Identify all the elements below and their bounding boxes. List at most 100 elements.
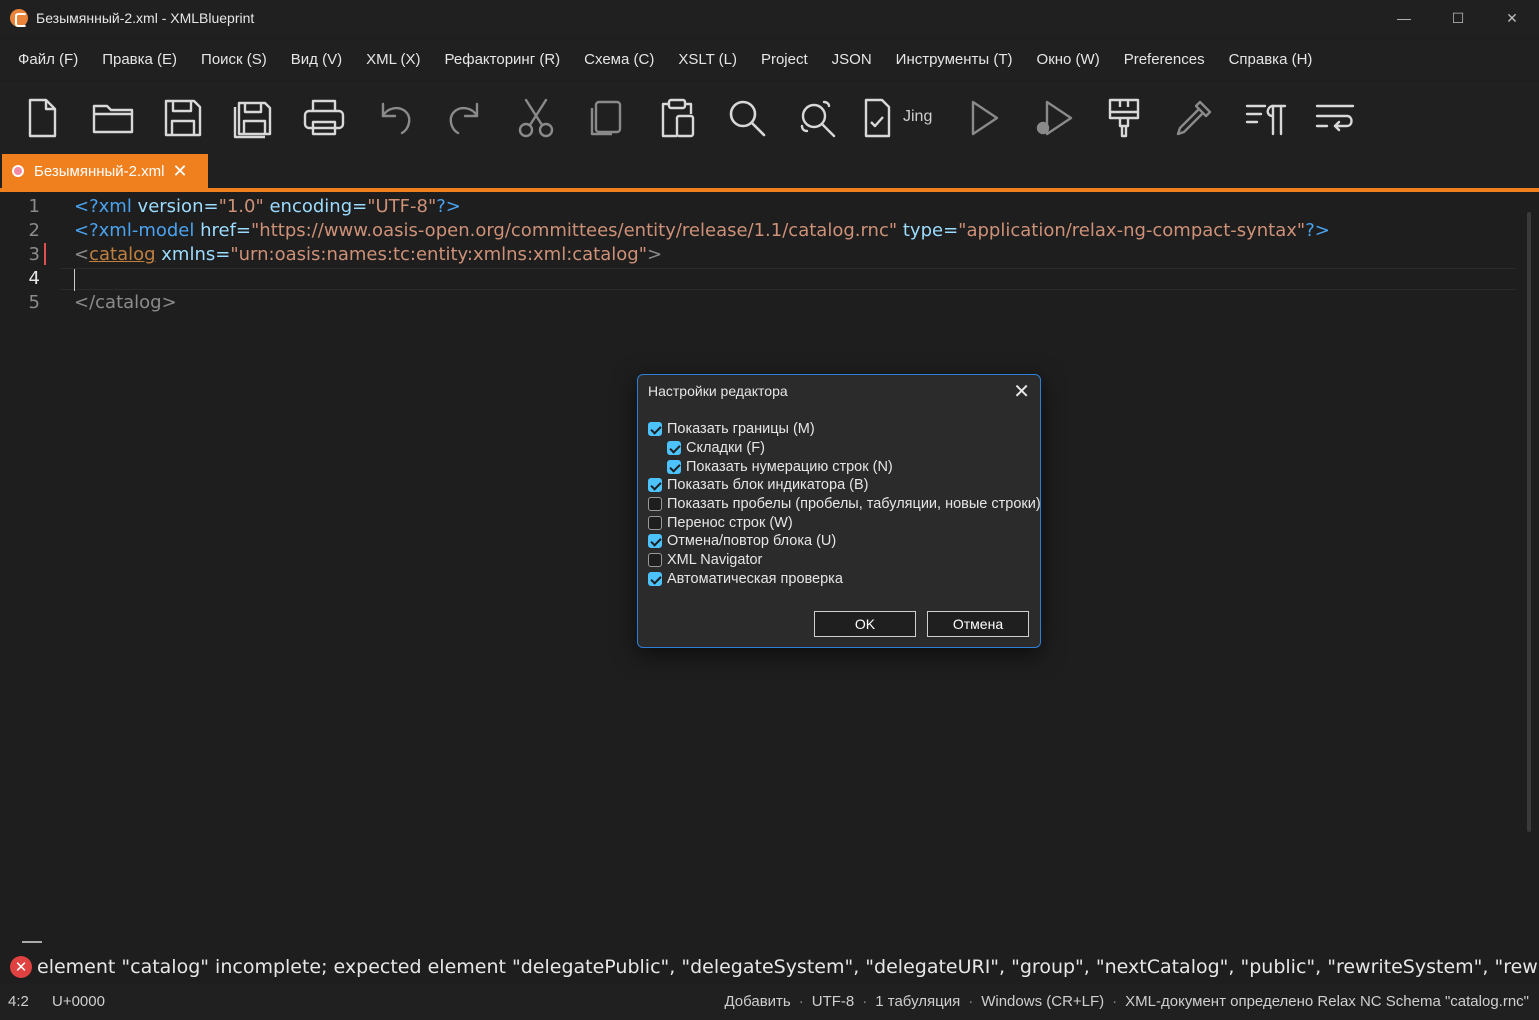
tab-close-icon[interactable]: ✕ — [173, 161, 188, 182]
menu-file[interactable]: Файл (F) — [6, 40, 90, 80]
cut-button[interactable] — [506, 88, 566, 148]
tab-document[interactable]: Безымянный-2.xml ✕ — [2, 154, 208, 188]
dialog-close-icon[interactable]: ✕ — [1013, 379, 1030, 404]
format-button[interactable] — [1094, 88, 1154, 148]
maximize-button[interactable]: ☐ — [1431, 0, 1485, 36]
cancel-button[interactable]: Отмена — [927, 611, 1029, 637]
error-message[interactable]: element "catalog" incomplete; expected e… — [37, 956, 1539, 978]
checkbox[interactable] — [648, 516, 662, 530]
code-line-2: <?xml-model href="https://www.oasis-open… — [74, 219, 1330, 243]
line-number: 4 — [28, 268, 40, 289]
option-xml-navigator[interactable]: XML Navigator — [648, 551, 762, 569]
line-endings[interactable]: Windows (CR+LF) — [981, 993, 1104, 1010]
find-button[interactable] — [717, 88, 777, 148]
copy-button[interactable] — [576, 88, 636, 148]
option-label: XML Navigator — [667, 552, 763, 568]
app-logo-icon — [10, 9, 28, 27]
attribute-name: href= — [194, 220, 252, 241]
code-line-3: <catalog xmlns="urn:oasis:names:tc:entit… — [74, 243, 662, 267]
element-name: catalog — [89, 244, 156, 265]
menu-xml[interactable]: XML (X) — [354, 40, 432, 80]
minimize-button[interactable]: — — [1377, 0, 1431, 36]
checkbox[interactable] — [648, 572, 662, 586]
option-indicator-block[interactable]: Показать блок индикатора (B) — [648, 476, 869, 494]
insert-mode[interactable]: Добавить — [724, 993, 790, 1010]
printer-icon — [303, 99, 345, 136]
checkbox[interactable] — [648, 497, 662, 511]
option-show-whitespace[interactable]: Показать пробелы (пробелы, табуляции, но… — [648, 495, 1040, 513]
toolbar: Jing — [0, 82, 1539, 154]
attribute-value: "1.0" — [218, 196, 264, 217]
run-button[interactable] — [953, 88, 1013, 148]
xml-declaration-close: ?> — [436, 196, 461, 217]
option-label: Показать границы (M) — [667, 421, 815, 437]
ok-button[interactable]: OK — [814, 611, 916, 637]
run-debug-button[interactable] — [1023, 88, 1083, 148]
copy-icon — [590, 100, 622, 136]
menu-refactoring[interactable]: Рефакторинг (R) — [433, 40, 573, 80]
menu-xslt[interactable]: XSLT (L) — [666, 40, 749, 80]
xml-model-close: ?> — [1305, 220, 1330, 241]
attribute-name: xmlns= — [155, 244, 231, 265]
redo-button[interactable] — [435, 88, 495, 148]
save-all-button[interactable] — [224, 88, 284, 148]
option-line-numbers[interactable]: Показать нумерацию строк (N) — [667, 458, 893, 476]
schema-info[interactable]: XML-документ определено Relax NC Schema … — [1125, 993, 1529, 1010]
menu-preferences[interactable]: Preferences — [1112, 40, 1217, 80]
vertical-scrollbar[interactable] — [1527, 212, 1531, 832]
checkbox[interactable] — [667, 460, 681, 474]
menu-edit[interactable]: Правка (E) — [90, 40, 189, 80]
option-folds[interactable]: Складки (F) — [667, 439, 765, 457]
search-replace-icon — [800, 100, 835, 138]
redo-icon — [449, 102, 479, 135]
print-button[interactable] — [294, 88, 354, 148]
close-window-button[interactable]: ✕ — [1485, 0, 1539, 36]
menu-help[interactable]: Справка (H) — [1217, 40, 1325, 80]
attribute-name: encoding= — [263, 196, 368, 217]
checkbox[interactable] — [648, 478, 662, 492]
menu-tools[interactable]: Инструменты (T) — [884, 40, 1025, 80]
panel-splitter[interactable] — [22, 941, 42, 943]
option-block-undo[interactable]: Отмена/повтор блока (U) — [648, 532, 836, 550]
error-icon: ✕ — [10, 956, 32, 978]
folder-icon — [92, 104, 133, 134]
option-label: Показать нумерацию строк (N) — [686, 459, 893, 475]
play-icon — [971, 100, 998, 136]
checkbox[interactable] — [667, 441, 681, 455]
new-file-button[interactable] — [12, 88, 72, 148]
option-auto-validate[interactable]: Автоматическая проверка — [648, 570, 843, 588]
wrap-lines-icon — [1315, 104, 1355, 132]
checkbox[interactable] — [648, 553, 662, 567]
menu-window[interactable]: Окно (W) — [1025, 40, 1112, 80]
brush-icon — [1108, 98, 1139, 138]
indentation[interactable]: 1 табуляция — [875, 993, 960, 1010]
attribute-name: version= — [131, 196, 219, 217]
menu-schema[interactable]: Схема (C) — [572, 40, 666, 80]
cursor-position: 4:2 — [8, 993, 29, 1010]
line-number: 3 — [28, 244, 40, 265]
encoding[interactable]: UTF-8 — [812, 993, 855, 1010]
pipette-button[interactable] — [1164, 88, 1224, 148]
indent-button[interactable] — [1235, 88, 1295, 148]
menu-view[interactable]: Вид (V) — [279, 40, 354, 80]
checkbox[interactable] — [648, 534, 662, 548]
option-label: Показать блок индикатора (B) — [667, 477, 869, 493]
line-number: 1 — [28, 196, 40, 217]
menu-search[interactable]: Поиск (S) — [189, 40, 279, 80]
option-word-wrap[interactable]: Перенос строк (W) — [648, 514, 793, 532]
save-button[interactable] — [153, 88, 213, 148]
attribute-value: "application/relax-ng-compact-syntax" — [958, 220, 1306, 241]
checkbox[interactable] — [648, 422, 662, 436]
open-folder-button[interactable] — [83, 88, 143, 148]
text-caret — [74, 269, 75, 291]
find-replace-button[interactable] — [788, 88, 848, 148]
dialog-title: Настройки редактора — [648, 383, 788, 399]
undo-button[interactable] — [365, 88, 425, 148]
attribute-name: type= — [897, 220, 959, 241]
wrap-lines-button[interactable] — [1305, 88, 1365, 148]
option-show-margins[interactable]: Показать границы (M) — [648, 420, 815, 438]
menu-json[interactable]: JSON — [820, 40, 884, 80]
paste-button[interactable] — [647, 88, 707, 148]
line-number: 2 — [28, 220, 40, 241]
menu-project[interactable]: Project — [749, 40, 820, 80]
